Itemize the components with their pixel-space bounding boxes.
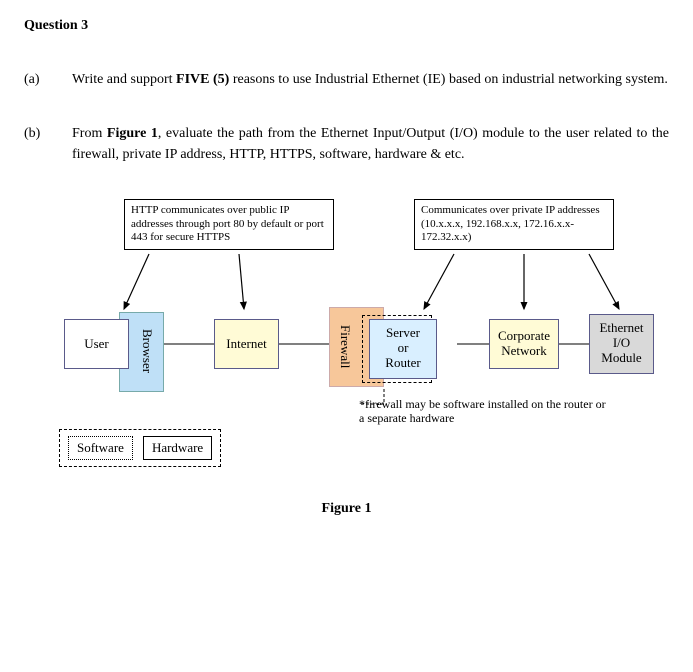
note-private-ip: Communicates over private IP addresses (… [414, 199, 614, 250]
node-user: User [64, 319, 129, 369]
part-a-text-2: reasons to use Industrial Ethernet (IE) … [229, 72, 668, 87]
part-a: (a) Write and support FIVE (5) reasons t… [24, 70, 669, 90]
part-b: (b) From Figure 1, evaluate the path fro… [24, 124, 669, 165]
node-corporate: Corporate Network [489, 319, 559, 369]
part-b-text-2: , evaluate the path from the Ethernet In… [72, 126, 669, 161]
figure-caption: Figure 1 [24, 501, 669, 517]
part-a-label: (a) [24, 70, 48, 90]
part-b-body: From Figure 1, evaluate the path from th… [72, 124, 669, 165]
question-heading: Question 3 [24, 18, 669, 34]
note-http: HTTP communicates over public IP address… [124, 199, 334, 250]
legend-hardware: Hardware [143, 436, 212, 460]
part-a-body: Write and support FIVE (5) reasons to us… [72, 70, 669, 90]
node-browser: Browser [136, 319, 158, 384]
figure-1: HTTP communicates over public IP address… [44, 199, 664, 479]
part-b-text-1: From [72, 126, 107, 141]
legend-software: Software [68, 436, 133, 460]
legend: Software Hardware [59, 429, 221, 467]
node-server: Server or Router [369, 319, 437, 379]
firewall-label: Firewall [337, 325, 353, 368]
part-a-text-1: Write and support [72, 72, 176, 87]
node-internet: Internet [214, 319, 279, 369]
firewall-footnote: *firewall may be software installed on t… [359, 397, 609, 426]
part-b-bold: Figure 1 [107, 126, 158, 141]
node-ethernet: Ethernet I/O Module [589, 314, 654, 374]
browser-label: Browser [139, 329, 155, 373]
node-firewall: Firewall [336, 314, 354, 379]
part-b-label: (b) [24, 124, 48, 165]
part-a-bold: FIVE (5) [176, 72, 229, 87]
